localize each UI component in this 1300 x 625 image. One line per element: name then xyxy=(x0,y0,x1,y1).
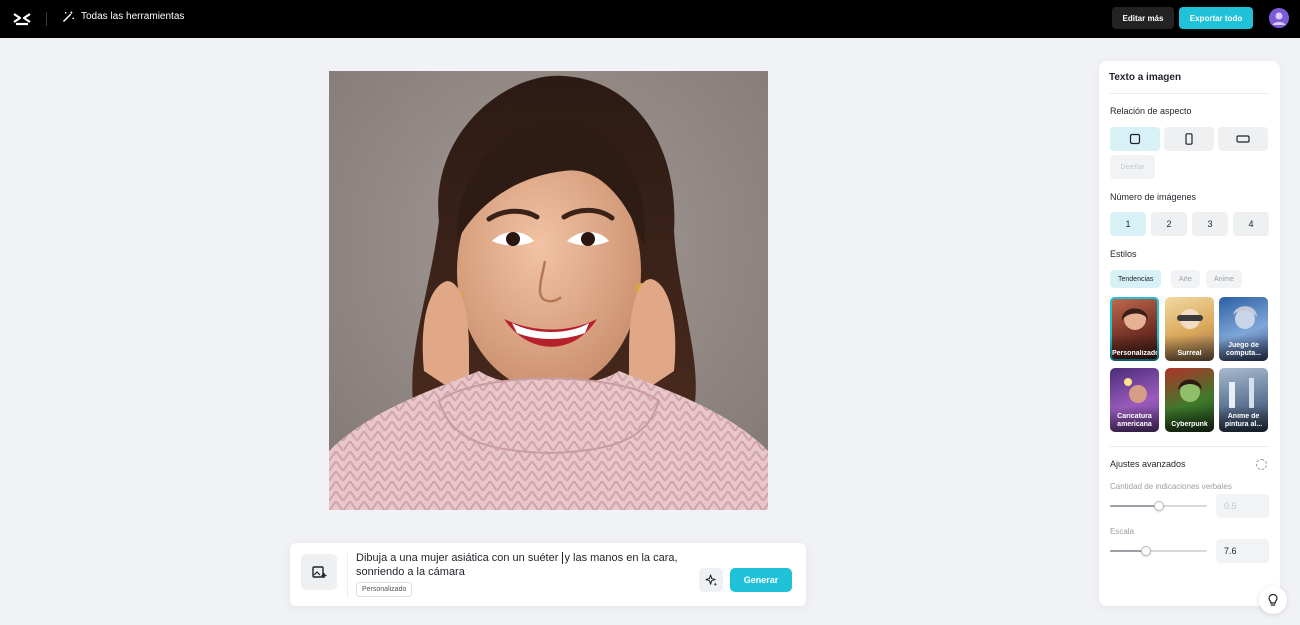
capcut-logo-icon[interactable] xyxy=(12,9,32,29)
generate-button[interactable]: Generar xyxy=(730,568,792,592)
scale-input[interactable]: 7.6 xyxy=(1216,539,1269,563)
prompt-bar: Dibuja a una mujer asiática con un suéte… xyxy=(290,543,806,606)
prompt-weight-slider[interactable] xyxy=(1110,501,1207,511)
style-card-label: Personalizado xyxy=(1112,350,1157,357)
panel-title: Texto a imagen xyxy=(1109,72,1182,83)
style-card-label: Caricatura americana xyxy=(1117,413,1152,428)
scale-thumb[interactable] xyxy=(1141,546,1151,556)
count-option-1[interactable]: 1 xyxy=(1110,212,1146,236)
aspect-landscape-button[interactable] xyxy=(1218,127,1268,151)
prompt-input[interactable]: Dibuja a una mujer asiática con un suéte… xyxy=(356,551,696,579)
all-tools-link[interactable]: Todas las herramientas xyxy=(62,10,184,23)
help-button[interactable] xyxy=(1259,586,1287,614)
prompt-weight-fill xyxy=(1110,505,1159,507)
panel-divider xyxy=(1109,93,1270,94)
topbar-divider xyxy=(46,12,47,26)
style-tab-trending[interactable]: Tendencias xyxy=(1110,270,1162,288)
prompt-weight-input[interactable]: 0.5 xyxy=(1216,494,1269,518)
style-card-anime-painting[interactable]: Anime de pintura al... xyxy=(1219,368,1268,432)
styles-label: Estilos xyxy=(1110,249,1137,259)
style-card-label: Juego de computa... xyxy=(1225,342,1261,357)
style-card-american-cartoon[interactable]: Caricatura americana xyxy=(1110,368,1159,432)
prompt-text-before: Dibuja a una mujer asiática con un suéte… xyxy=(356,552,562,564)
export-all-button[interactable]: Exportar todo xyxy=(1179,7,1253,29)
lightbulb-icon xyxy=(1268,593,1278,606)
generated-image[interactable] xyxy=(329,71,768,510)
prompt-weight-thumb[interactable] xyxy=(1154,501,1164,511)
prompt-weight-label: Cantidad de indicaciones verbales xyxy=(1110,482,1232,491)
portrait-ratio-icon xyxy=(1185,133,1193,145)
all-tools-label: Todas las herramientas xyxy=(81,11,185,22)
prompt-style-tag[interactable]: Personalizado xyxy=(356,582,413,597)
text-to-image-panel: Texto a imagen Relación de aspecto Diseñ… xyxy=(1099,61,1280,606)
top-bar: Todas las herramientas Editar más Export… xyxy=(0,0,1300,38)
aspect-portrait-button[interactable] xyxy=(1164,127,1214,151)
aspect-square-button[interactable] xyxy=(1110,127,1160,151)
enhance-prompt-button[interactable] xyxy=(699,568,723,592)
aspect-custom-button[interactable]: Diseñar xyxy=(1110,155,1155,179)
style-card-label: Anime de pintura al... xyxy=(1224,413,1263,428)
sparkle-icon xyxy=(704,573,717,586)
count-option-3[interactable]: 3 xyxy=(1192,212,1228,236)
style-tab-anime[interactable]: Anime xyxy=(1206,270,1242,288)
avatar[interactable] xyxy=(1269,8,1289,28)
style-card-label: Surreal xyxy=(1177,350,1202,357)
scale-label: Escala xyxy=(1110,527,1135,536)
scale-slider[interactable] xyxy=(1110,546,1207,556)
count-option-4[interactable]: 4 xyxy=(1233,212,1269,236)
style-tab-art[interactable]: Arte xyxy=(1171,270,1200,288)
advanced-settings-label: Ajustes avanzados xyxy=(1110,459,1186,469)
loading-icon xyxy=(1256,459,1267,470)
landscape-ratio-icon xyxy=(1236,135,1250,143)
style-card-label: Cyberpunk xyxy=(1171,421,1208,428)
count-option-2[interactable]: 2 xyxy=(1151,212,1187,236)
panel-divider xyxy=(1109,446,1270,447)
square-ratio-icon xyxy=(1129,133,1141,145)
style-card-surreal[interactable]: Surreal xyxy=(1165,297,1214,361)
image-count-label: Número de imágenes xyxy=(1110,192,1197,202)
magic-wand-icon xyxy=(63,10,74,22)
edit-more-button[interactable]: Editar más xyxy=(1112,7,1174,29)
style-card-cyberpunk[interactable]: Cyberpunk xyxy=(1165,368,1214,432)
style-card-computer-game[interactable]: Juego de computa... xyxy=(1219,297,1268,361)
style-card-custom[interactable]: Personalizado xyxy=(1110,297,1159,361)
image-add-icon xyxy=(312,566,327,578)
aspect-ratio-label: Relación de aspecto xyxy=(1110,106,1192,116)
prompt-divider xyxy=(347,553,348,597)
image-add-button[interactable] xyxy=(301,554,337,590)
